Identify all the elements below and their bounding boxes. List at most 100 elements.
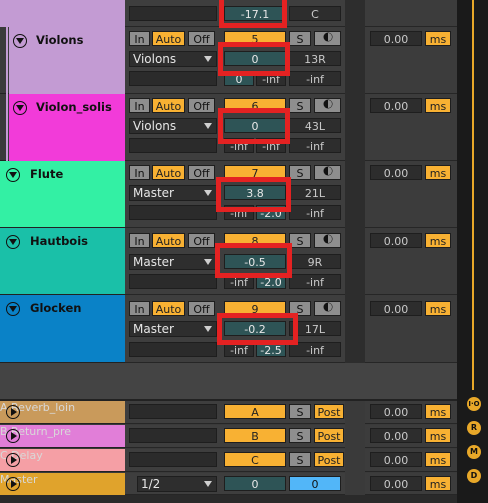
monitor-auto-button[interactable]: Auto [152, 165, 185, 180]
play-toggle-icon[interactable] [6, 477, 20, 491]
output-routing-select[interactable]: Master [129, 185, 217, 201]
solo-button[interactable]: S [289, 301, 311, 316]
volume-field[interactable]: -0.5 [224, 254, 286, 269]
track-header-glocken[interactable]: Glocken [0, 295, 125, 363]
monitor-auto-button[interactable]: Auto [152, 31, 185, 46]
monitor-in-button[interactable]: In [129, 31, 150, 46]
delay-unit-button[interactable]: ms [425, 476, 451, 491]
track-delay-field[interactable]: 0.00 [370, 428, 422, 443]
empty-track-area[interactable] [0, 363, 457, 399]
master-output-select[interactable]: 1/2 [137, 476, 217, 492]
arm-button[interactable] [314, 165, 341, 180]
track-header-violon-solis[interactable]: Violon_solis [0, 94, 125, 161]
post-button[interactable]: Post [314, 428, 344, 443]
fold-toggle-icon[interactable] [6, 168, 20, 182]
mixer-toggle-button[interactable]: M [467, 445, 481, 459]
fold-toggle-icon[interactable] [6, 235, 20, 249]
master-pan-field[interactable]: 0 [289, 476, 341, 491]
solo-button[interactable]: S [289, 98, 311, 113]
solo-button[interactable]: S [289, 31, 311, 46]
monitor-off-button[interactable]: Off [188, 233, 215, 248]
monitor-off-button[interactable]: Off [188, 165, 215, 180]
monitor-in-button[interactable]: In [129, 98, 150, 113]
master-volume-field[interactable]: 0 [224, 476, 286, 491]
pan-field[interactable]: 21L [289, 185, 341, 200]
track-delay-field[interactable]: 0.00 [370, 404, 422, 419]
track-header-flute[interactable]: Flute [0, 161, 125, 228]
arm-button[interactable] [314, 31, 341, 46]
delay-unit-button[interactable]: ms [425, 165, 451, 180]
volume-field[interactable]: 3.8 [224, 185, 286, 200]
track-activator-button[interactable]: 8 [224, 233, 286, 248]
master-track[interactable]: Master [0, 473, 125, 495]
delay-unit-button[interactable]: ms [425, 404, 451, 419]
track-delay-field[interactable]: 0.00 [370, 452, 422, 467]
solo-button[interactable]: S [289, 165, 311, 180]
play-toggle-icon[interactable] [6, 405, 20, 419]
monitor-off-button[interactable]: Off [188, 301, 215, 316]
track-header-hautbois[interactable]: Hautbois [0, 228, 125, 295]
track-activator-button[interactable]: 7 [224, 165, 286, 180]
fold-toggle-icon[interactable] [6, 302, 20, 316]
monitor-in-button[interactable]: In [129, 165, 150, 180]
fold-toggle-icon[interactable] [13, 101, 27, 115]
output-routing-select[interactable]: Violons [129, 118, 217, 134]
volume-field[interactable]: 0 [224, 51, 286, 66]
post-button[interactable]: Post [314, 452, 344, 467]
track-delay-field[interactable]: 0.00 [370, 476, 422, 491]
track-activator-button[interactable]: 5 [224, 31, 286, 46]
monitor-off-button[interactable]: Off [188, 98, 215, 113]
solo-button[interactable]: S [289, 233, 311, 248]
play-toggle-icon[interactable] [6, 429, 20, 443]
delay-toggle-button[interactable]: D [467, 469, 481, 483]
monitor-off-button[interactable]: Off [188, 31, 215, 46]
pan-field[interactable]: 17L [289, 321, 341, 336]
track-delay-field[interactable]: 0.00 [370, 165, 422, 180]
top-partial-volume[interactable]: -17.1 [224, 6, 286, 21]
track-header-violons[interactable]: Violons [0, 27, 125, 94]
delay-unit-button[interactable]: ms [425, 31, 451, 46]
delay-unit-button[interactable]: ms [425, 452, 451, 467]
track-delay-field[interactable]: 0.00 [370, 31, 422, 46]
delay-unit-button[interactable]: ms [425, 301, 451, 316]
volume-field[interactable]: -0.2 [224, 321, 286, 336]
track-activator-button[interactable]: 6 [224, 98, 286, 113]
arm-button[interactable] [314, 301, 341, 316]
monitor-in-button[interactable]: In [129, 301, 150, 316]
track-activator-button[interactable]: 9 [224, 301, 286, 316]
delay-unit-button[interactable]: ms [425, 233, 451, 248]
pan-field[interactable]: 9R [289, 254, 341, 269]
pan-field[interactable]: 43L [289, 118, 341, 133]
return-track-b[interactable]: B Return_pre [0, 425, 125, 448]
solo-button[interactable]: S [289, 428, 311, 443]
delay-unit-button[interactable]: ms [425, 98, 451, 113]
delay-unit-button[interactable]: ms [425, 428, 451, 443]
output-routing-select[interactable]: Violons [129, 51, 217, 67]
arm-button[interactable] [314, 98, 341, 113]
play-toggle-icon[interactable] [6, 453, 20, 467]
top-partial-pan[interactable]: C [289, 6, 341, 21]
monitor-auto-button[interactable]: Auto [152, 233, 185, 248]
monitor-auto-button[interactable]: Auto [152, 98, 185, 113]
solo-button[interactable]: S [289, 404, 311, 419]
return-track-a[interactable]: A Reverb_loin [0, 401, 125, 424]
monitor-auto-button[interactable]: Auto [152, 301, 185, 316]
monitor-in-button[interactable]: In [129, 233, 150, 248]
return-activator-button[interactable]: A [224, 404, 286, 419]
track-delay-field[interactable]: 0.00 [370, 301, 422, 316]
output-routing-select[interactable]: Master [129, 321, 217, 337]
io-toggle-button[interactable]: I·O [467, 397, 481, 411]
fold-toggle-icon[interactable] [13, 34, 27, 48]
post-button[interactable]: Post [314, 404, 344, 419]
returns-toggle-button[interactable]: R [467, 421, 481, 435]
output-routing-select[interactable]: Master [129, 254, 217, 270]
return-activator-button[interactable]: C [224, 452, 286, 467]
return-activator-button[interactable]: B [224, 428, 286, 443]
arm-button[interactable] [314, 233, 341, 248]
volume-field[interactable]: 0 [224, 118, 286, 133]
return-track-c[interactable]: C Delay [0, 449, 125, 472]
solo-button[interactable]: S [289, 452, 311, 467]
track-delay-field[interactable]: 0.00 [370, 98, 422, 113]
track-delay-field[interactable]: 0.00 [370, 233, 422, 248]
pan-field[interactable]: 13R [289, 51, 341, 66]
